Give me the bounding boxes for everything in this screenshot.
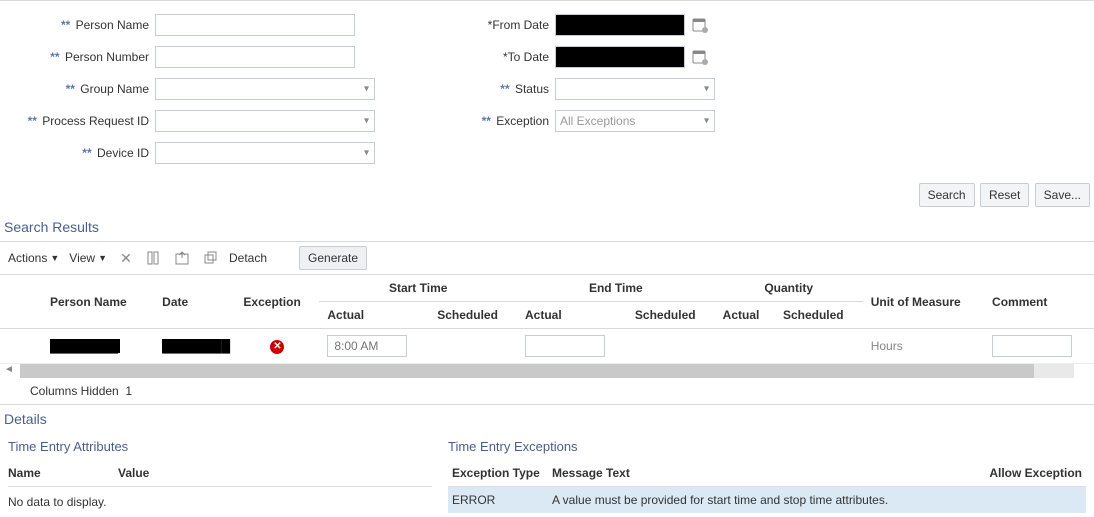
time-entry-attributes-title: Time Entry Attributes bbox=[8, 433, 432, 460]
to-date-input[interactable] bbox=[555, 46, 685, 68]
col-quantity[interactable]: Quantity bbox=[715, 275, 863, 302]
col-end-scheduled[interactable]: Scheduled bbox=[627, 302, 715, 329]
results-toolbar: Actions ▼ View ▼ ✕ Detach Generate bbox=[0, 241, 1094, 275]
col-uom[interactable]: Unit of Measure bbox=[863, 275, 984, 329]
label-group-name: Group Name bbox=[80, 82, 149, 96]
calendar-icon[interactable] bbox=[691, 48, 709, 66]
search-results-title: Search Results bbox=[0, 213, 1094, 241]
exc-col-msg[interactable]: Message Text bbox=[548, 460, 966, 487]
columns-icon[interactable] bbox=[145, 249, 163, 267]
col-qty-actual[interactable]: Actual bbox=[715, 302, 775, 329]
col-end-actual[interactable]: Actual bbox=[517, 302, 627, 329]
person-name-input[interactable] bbox=[155, 14, 355, 36]
group-name-select[interactable] bbox=[155, 78, 375, 100]
exc-cell-type: ERROR bbox=[448, 487, 548, 514]
cell-date: ████████ bbox=[162, 339, 217, 353]
col-exception[interactable]: Exception bbox=[235, 275, 319, 329]
exception-row[interactable]: ERROR A value must be provided for start… bbox=[448, 487, 1086, 514]
close-icon[interactable]: ✕ bbox=[117, 249, 135, 267]
label-person-number: Person Number bbox=[65, 50, 149, 64]
label-to-date: To Date bbox=[508, 50, 549, 64]
col-qty-scheduled[interactable]: Scheduled bbox=[775, 302, 863, 329]
col-person-name[interactable]: Person Name bbox=[0, 275, 154, 329]
comment-input[interactable] bbox=[992, 335, 1072, 357]
actions-menu[interactable]: Actions ▼ bbox=[8, 251, 59, 265]
time-entry-exceptions-title: Time Entry Exceptions bbox=[448, 433, 1086, 460]
save-button[interactable]: Save... bbox=[1035, 183, 1090, 207]
col-comment[interactable]: Comment bbox=[984, 275, 1094, 329]
error-icon: ✕ bbox=[270, 340, 284, 354]
exc-col-allow[interactable]: Allow Exception bbox=[966, 460, 1086, 487]
details-title: Details bbox=[0, 405, 1094, 433]
col-start-actual[interactable]: Actual bbox=[319, 302, 429, 329]
exc-col-type[interactable]: Exception Type bbox=[448, 460, 548, 487]
col-start-scheduled[interactable]: Scheduled bbox=[429, 302, 517, 329]
person-number-input[interactable] bbox=[155, 46, 355, 68]
col-end-time[interactable]: End Time bbox=[517, 275, 715, 302]
end-actual-input[interactable] bbox=[525, 335, 605, 357]
attr-col-name[interactable]: Name bbox=[8, 466, 118, 480]
label-person-name: Person Name bbox=[76, 18, 149, 32]
export-icon[interactable] bbox=[173, 249, 191, 267]
label-status: Status bbox=[515, 82, 549, 96]
columns-hidden-note: Columns Hidden 1 bbox=[0, 378, 1094, 404]
label-process-request-id: Process Request ID bbox=[42, 114, 149, 128]
detach-button[interactable]: Detach bbox=[229, 251, 267, 265]
search-button[interactable]: Search bbox=[919, 183, 975, 207]
generate-button[interactable]: Generate bbox=[299, 246, 367, 270]
status-select[interactable] bbox=[555, 78, 715, 100]
cell-person-name: ████████ bbox=[50, 339, 120, 353]
exceptions-table: Exception Type Message Text Allow Except… bbox=[448, 460, 1086, 513]
col-start-time[interactable]: Start Time bbox=[319, 275, 517, 302]
cell-uom: Hours bbox=[863, 329, 984, 364]
device-id-select[interactable] bbox=[155, 142, 375, 164]
attr-col-value[interactable]: Value bbox=[118, 466, 432, 480]
label-from-date: From Date bbox=[492, 18, 549, 32]
process-request-id-select[interactable] bbox=[155, 110, 375, 132]
col-date[interactable]: Date bbox=[154, 275, 235, 329]
from-date-input[interactable] bbox=[555, 14, 685, 36]
table-row[interactable]: ████████ ████████ ✕ Hours bbox=[0, 329, 1094, 364]
exception-select[interactable] bbox=[555, 110, 715, 132]
view-menu[interactable]: View ▼ bbox=[69, 251, 107, 265]
no-data-message: No data to display. bbox=[8, 487, 432, 517]
label-exception: Exception bbox=[496, 114, 549, 128]
exc-cell-msg: A value must be provided for start time … bbox=[548, 487, 966, 514]
results-table: Person Name Date Exception Start Time En… bbox=[0, 275, 1094, 364]
reset-button[interactable]: Reset bbox=[980, 183, 1029, 207]
label-device-id: Device ID bbox=[97, 146, 149, 160]
calendar-icon[interactable] bbox=[691, 16, 709, 34]
search-form: ** Person Name ** Person Number ** Group… bbox=[0, 1, 1094, 177]
start-actual-input[interactable] bbox=[327, 335, 407, 357]
detach-icon[interactable] bbox=[201, 249, 219, 267]
horizontal-scrollbar[interactable] bbox=[20, 364, 1074, 378]
